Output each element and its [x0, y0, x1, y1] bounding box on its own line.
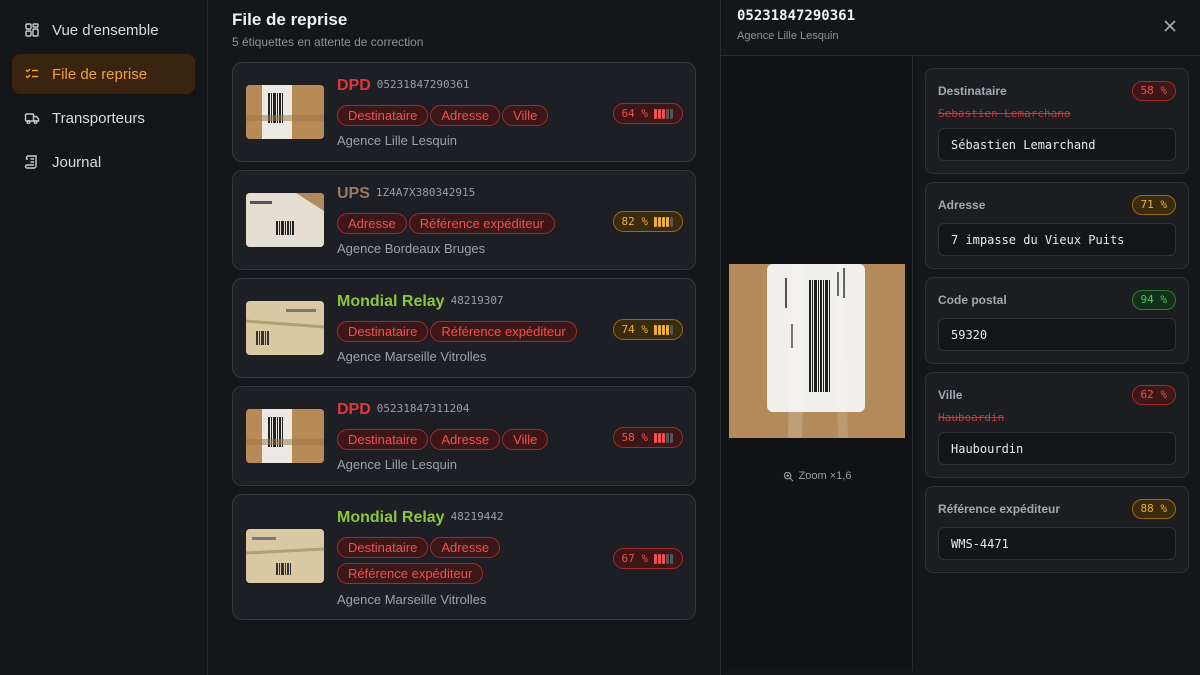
sidebar-item-journal[interactable]: Journal: [12, 142, 195, 182]
zoom-indicator[interactable]: Zoom ×1,6: [721, 470, 913, 482]
label-image-pane: Zoom ×1,6: [721, 56, 913, 671]
tracking-number: 05231847311204: [376, 402, 470, 415]
original-ocr-value: Sebastien Lemarchano: [938, 107, 1071, 120]
error-tags: Adresse Référence expéditeur: [337, 213, 587, 239]
close-button[interactable]: [1160, 16, 1180, 36]
queue-card[interactable]: Mondial Relay 48219307 Destinataire Référe…: [232, 278, 696, 378]
error-tag: Adresse: [337, 213, 407, 234]
error-tag: Destinataire: [337, 321, 429, 342]
tracking-number: 05231847290361: [376, 78, 470, 91]
queue-card[interactable]: Mondial Relay 48219442 Destinataire Adress…: [232, 494, 696, 620]
error-tag: Adresse: [430, 537, 501, 558]
queue-panel: File de reprise 5 étiquettes en attente …: [208, 0, 720, 675]
error-tags: Destinataire Adresse Ville: [337, 105, 587, 131]
original-ocr-value: Hauboardin: [938, 411, 1005, 424]
field-reference: Référence expéditeur 88 %: [925, 486, 1189, 573]
confidence-badge: 82 %: [612, 211, 683, 232]
page-title: File de reprise: [232, 10, 348, 29]
error-tag: Destinataire: [337, 537, 429, 558]
carrier-name: UPS 1Z4A7X380342915: [337, 185, 476, 202]
detail-agency: Agence Lille Lesquin: [737, 30, 839, 42]
sidebar-item-label: Journal: [52, 153, 102, 171]
error-tag: Adresse: [430, 429, 501, 450]
field-destinataire: Destinataire 58 % Sebastien Lemarchano: [925, 68, 1189, 174]
truck-icon: [24, 110, 40, 126]
field-list: Destinataire 58 % Sebastien Lemarchano A…: [925, 68, 1189, 581]
confidence-bars: [654, 216, 674, 227]
error-tag: Ville: [502, 105, 549, 126]
checklist-icon: [24, 66, 40, 82]
tracking-number: 1Z4A7X380342915: [375, 186, 476, 199]
confidence-bars: [654, 432, 674, 443]
queue-card[interactable]: DPD 05231847290361 Destinataire Adresse Vil…: [232, 62, 696, 162]
sidebar-item-overview[interactable]: Vue d'ensemble: [12, 10, 195, 50]
error-tags: Destinataire Référence expéditeur: [337, 321, 587, 347]
label-thumbnail: [246, 193, 324, 247]
close-icon: [1164, 20, 1176, 32]
dashboard-icon: [24, 22, 40, 38]
carrier-name: DPD 05231847290361: [337, 77, 470, 94]
confidence-badge: 67 %: [612, 548, 683, 569]
confidence-badge: 62 %: [1131, 385, 1176, 405]
detail-header: 05231847290361 Agence Lille Lesquin: [721, 0, 1200, 56]
ville-input[interactable]: [938, 432, 1176, 465]
adresse-input[interactable]: [938, 223, 1176, 256]
error-tag: Ville: [502, 429, 549, 450]
agency-label: Agence Lille Lesquin: [337, 457, 457, 472]
label-thumbnail: [246, 85, 324, 139]
label-image[interactable]: [729, 264, 905, 438]
error-tag: Référence expéditeur: [337, 563, 484, 584]
sidebar-item-label: Vue d'ensemble: [52, 21, 159, 39]
scroll-icon: [24, 154, 40, 170]
zoom-icon: [783, 471, 794, 481]
error-tag: Référence expéditeur: [430, 321, 577, 342]
confidence-bars: [654, 108, 674, 119]
queue-card[interactable]: UPS 1Z4A7X380342915 Adresse Référence expé…: [232, 170, 696, 270]
field-ville: Ville 62 % Hauboardin: [925, 372, 1189, 478]
field-code-postal: Code postal 94 %: [925, 277, 1189, 364]
detail-panel: 05231847290361 Agence Lille Lesquin Zoom…: [720, 0, 1200, 675]
confidence-badge: 74 %: [612, 319, 683, 340]
confidence-badge: 94 %: [1131, 290, 1176, 310]
sidebar-item-label: File de reprise: [52, 65, 148, 83]
reference-input[interactable]: [938, 527, 1176, 560]
confidence-bars: [654, 324, 674, 335]
carrier-name: Mondial Relay 48219307: [337, 293, 504, 310]
label-thumbnail: [246, 409, 324, 463]
confidence-badge: 58 %: [1131, 81, 1176, 101]
confidence-badge: 58 %: [612, 427, 683, 448]
code-postal-input[interactable]: [938, 318, 1176, 351]
sidebar-item-label: Transporteurs: [52, 109, 145, 127]
sidebar-item-carriers[interactable]: Transporteurs: [12, 98, 195, 138]
error-tag: Référence expéditeur: [408, 213, 556, 234]
page-subtitle: 5 étiquettes en attente de correction: [232, 35, 424, 49]
tracking-number: 48219442: [450, 510, 504, 523]
confidence-badge: 71 %: [1131, 195, 1176, 215]
sidebar: Vue d'ensemble File de reprise Transport…: [0, 0, 208, 675]
agency-label: Agence Marseille Vitrolles: [337, 349, 487, 364]
sidebar-item-reprise[interactable]: File de reprise: [12, 54, 195, 94]
field-adresse: Adresse 71 %: [925, 182, 1189, 269]
tracking-number: 48219307: [450, 294, 504, 307]
label-thumbnail: [246, 529, 324, 583]
detail-tracking-number: 05231847290361: [737, 8, 856, 24]
carrier-name: DPD 05231847311204: [337, 401, 470, 418]
error-tag: Destinataire: [337, 105, 429, 126]
agency-label: Agence Lille Lesquin: [337, 133, 457, 148]
confidence-bars: [654, 553, 674, 564]
carrier-name: Mondial Relay 48219442: [337, 509, 504, 526]
agency-label: Agence Marseille Vitrolles: [337, 592, 487, 607]
error-tag: Destinataire: [337, 429, 429, 450]
destinataire-input[interactable]: [938, 128, 1176, 161]
confidence-badge: 88 %: [1131, 499, 1176, 519]
error-tags: Destinataire Adresse Ville: [337, 429, 587, 455]
agency-label: Agence Bordeaux Bruges: [337, 241, 486, 256]
label-thumbnail: [246, 301, 324, 355]
queue-card[interactable]: DPD 05231847311204 Destinataire Adresse Vil…: [232, 386, 696, 486]
error-tags: Destinataire Adresse Référence expéditeur: [337, 537, 537, 589]
confidence-badge: 64 %: [612, 103, 683, 124]
error-tag: Adresse: [430, 105, 501, 126]
